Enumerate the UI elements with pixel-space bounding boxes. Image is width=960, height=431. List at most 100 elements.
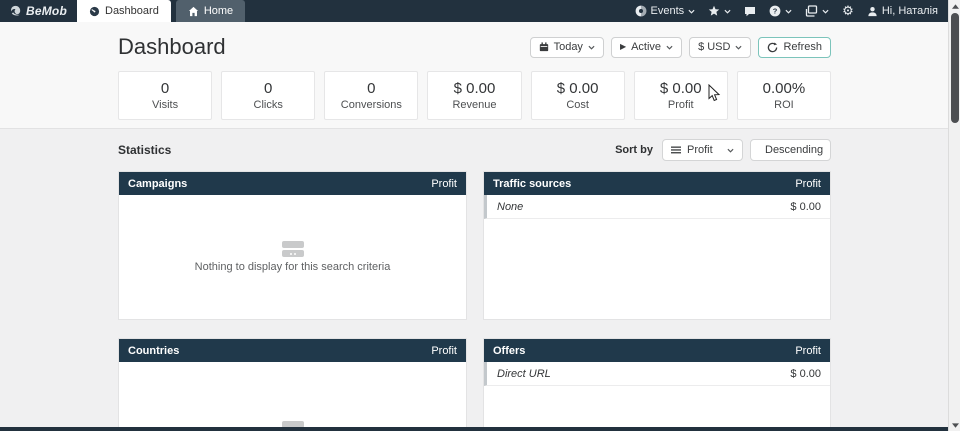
date-range-button[interactable]: Today (530, 37, 604, 58)
calendar-icon (539, 42, 549, 52)
stat-value: $ 0.00 (660, 80, 702, 97)
stat-value: 0.00% (763, 80, 806, 97)
chevron-down-icon (666, 45, 673, 50)
header-buttons: Today ▶ Active $ USD Refr (530, 37, 831, 58)
chevron-down-icon (785, 9, 792, 14)
sort-direction-select[interactable]: Descending (750, 139, 831, 161)
scroll-down-arrow[interactable] (949, 419, 960, 431)
stat-label: ROI (774, 99, 794, 111)
vertical-scrollbar[interactable] (948, 0, 960, 431)
sort-field-value: Profit (687, 144, 721, 156)
panel-value-header: Profit (795, 178, 821, 190)
page-title: Dashboard (118, 34, 226, 60)
chat-icon (744, 6, 756, 17)
stat-card-profit[interactable]: $ 0.00 Profit (634, 71, 728, 120)
status-filter-label: Active (631, 41, 661, 53)
stat-value: $ 0.00 (557, 80, 599, 97)
empty-state: Nothing to display for this search crite… (119, 241, 466, 273)
scrollbar-thumb[interactable] (951, 13, 959, 123)
statistics-title: Statistics (118, 143, 171, 157)
settings-button[interactable]: ⚙ (842, 5, 854, 18)
panel-offers: Offers Profit Direct URL $ 0.00 (483, 338, 831, 431)
stat-label: Cost (566, 99, 589, 111)
chevron-down-icon (727, 148, 734, 153)
stat-card-cost[interactable]: $ 0.00 Cost (531, 71, 625, 120)
events-icon (635, 5, 647, 17)
stat-card-roi[interactable]: 0.00% ROI (737, 71, 831, 120)
row-value: $ 0.00 (790, 201, 821, 213)
refresh-label: Refresh (783, 41, 822, 53)
stat-card-conversions[interactable]: 0 Conversions (324, 71, 418, 120)
table-row[interactable]: Direct URL $ 0.00 (484, 362, 830, 386)
currency-label: $ USD (698, 41, 730, 53)
panel-value-header: Profit (795, 345, 821, 357)
home-icon (188, 6, 199, 17)
gear-icon: ⚙ (842, 5, 854, 18)
tab-dashboard-label: Dashboard (105, 5, 159, 17)
stat-label: Conversions (341, 99, 402, 111)
currency-button[interactable]: $ USD (689, 37, 751, 58)
user-menu[interactable]: Hi, Наталія (867, 5, 938, 17)
statistics-section: Statistics Sort by Profit (0, 129, 960, 431)
star-icon (708, 5, 720, 17)
bemob-logo[interactable]: BeMob (0, 0, 77, 22)
panel-title: Countries (128, 345, 179, 357)
stat-value: 0 (161, 80, 169, 97)
chevron-down-icon (688, 9, 695, 14)
help-icon: ? (769, 5, 781, 17)
events-menu[interactable]: Events (635, 5, 696, 17)
panel-value-header: Profit (431, 178, 457, 190)
stat-card-revenue[interactable]: $ 0.00 Revenue (427, 71, 521, 120)
stat-label: Clicks (254, 99, 283, 111)
table-row[interactable]: None $ 0.00 (484, 195, 830, 219)
chevron-down-icon (735, 45, 742, 50)
row-name: None (497, 201, 523, 213)
tab-home-label: Home (204, 5, 233, 17)
panel-traffic-sources: Traffic sources Profit None $ 0.00 (483, 171, 831, 320)
tab-home[interactable]: Home (176, 0, 245, 22)
chevron-down-icon (724, 9, 731, 14)
dashboard-icon (89, 6, 100, 17)
windows-icon (805, 5, 818, 17)
top-navbar: BeMob Dashboard Home Events (0, 0, 960, 22)
scroll-up-arrow[interactable] (949, 0, 960, 12)
panel-title: Offers (493, 345, 525, 357)
panel-title: Traffic sources (493, 178, 571, 190)
sort-field-select[interactable]: Profit (662, 139, 743, 161)
brand-name: BeMob (26, 4, 67, 18)
stat-label: Revenue (452, 99, 496, 111)
row-name: Direct URL (497, 368, 551, 380)
sort-by-label: Sort by (615, 144, 653, 156)
refresh-button[interactable]: Refresh (758, 37, 831, 58)
stat-label: Profit (668, 99, 694, 111)
help-menu[interactable]: ? (769, 5, 792, 17)
panel-campaigns: Campaigns Profit Nothing to display for … (118, 171, 467, 320)
user-icon (867, 6, 878, 17)
workspaces-menu[interactable] (805, 5, 829, 17)
user-label: Hi, Наталія (882, 5, 938, 17)
panels-grid: Campaigns Profit Nothing to display for … (118, 171, 831, 431)
favorites-menu[interactable] (708, 5, 731, 17)
chevron-down-icon (822, 9, 829, 14)
chevron-down-icon (588, 45, 595, 50)
sort-controls: Sort by Profit (615, 139, 831, 161)
stat-card-visits[interactable]: 0 Visits (118, 71, 212, 120)
dashboard-header-section: Dashboard Today ▶ Active (0, 22, 960, 129)
navbar-right: Events ? (635, 0, 960, 22)
panel-countries: Countries Profit Nothing to display for … (118, 338, 467, 431)
nav-tabs: Dashboard Home (77, 0, 245, 22)
play-icon: ▶ (620, 43, 626, 51)
row-value: $ 0.00 (790, 368, 821, 380)
empty-state-text: Nothing to display for this search crite… (119, 261, 466, 273)
stats-row: 0 Visits 0 Clicks 0 Conversions $ 0.00 R… (118, 71, 831, 120)
stat-value: $ 0.00 (454, 80, 496, 97)
no-data-icon (282, 241, 304, 257)
chat-button[interactable] (744, 6, 756, 17)
sort-direction-value: Descending (765, 144, 823, 156)
stat-card-clicks[interactable]: 0 Clicks (221, 71, 315, 120)
footer-strip (0, 427, 948, 431)
status-filter-button[interactable]: ▶ Active (611, 37, 682, 58)
events-label: Events (651, 5, 685, 17)
tab-dashboard[interactable]: Dashboard (77, 0, 171, 22)
stat-value: 0 (367, 80, 375, 97)
